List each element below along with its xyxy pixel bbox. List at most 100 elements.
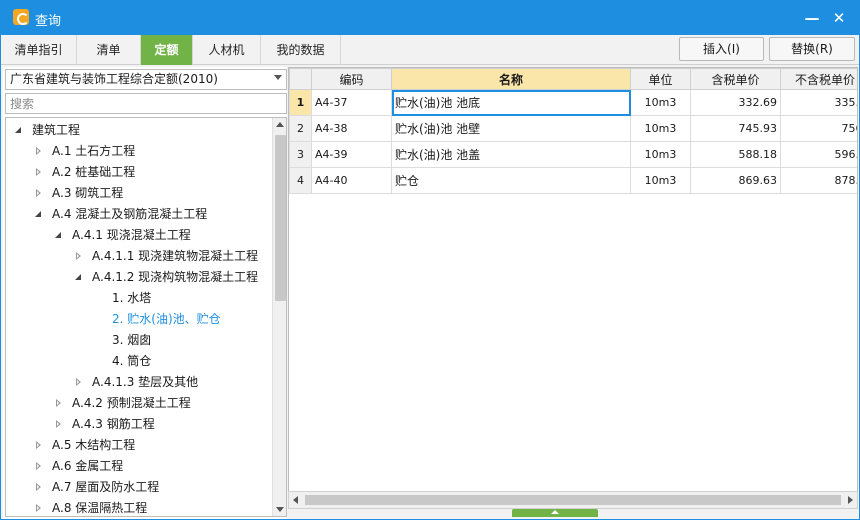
tree-node[interactable]: A.4.1.2 现浇构筑物混凝土工程	[74, 267, 258, 288]
cell-name[interactable]: 贮仓	[391, 167, 631, 194]
tree-node[interactable]: 3. 烟囱	[112, 330, 151, 351]
collapse-toggle-icon[interactable]	[74, 251, 84, 261]
scroll-right-arrow-icon[interactable]	[848, 496, 853, 504]
tree-node-label: A.7 屋面及防水工程	[52, 480, 160, 494]
column-header-unit[interactable]: 单位	[630, 68, 691, 90]
insert-button[interactable]: 插入(I)	[679, 37, 764, 61]
cell-unit[interactable]: 10m3	[630, 115, 691, 142]
library-select-value: 广东省建筑与装饰工程综合定额(2010)	[10, 72, 218, 86]
column-header-price-tax[interactable]: 含税单价	[690, 68, 781, 90]
table-row[interactable]: 4 A4-40 贮仓 10m3 869.63 878.0	[289, 167, 857, 194]
cell-price-notax[interactable]: 596.0	[780, 141, 857, 168]
scroll-thumb[interactable]	[275, 135, 286, 301]
close-icon[interactable]: ✕	[829, 8, 849, 28]
scroll-up-arrow-icon[interactable]	[276, 122, 284, 127]
cell-price-notax[interactable]: 335.0	[780, 89, 857, 116]
cell-price-tax[interactable]: 745.93	[690, 115, 781, 142]
cell-code[interactable]: A4-40	[311, 167, 392, 194]
cell-price-tax[interactable]: 869.63	[690, 167, 781, 194]
table-row[interactable]: 3 A4-39 贮水(油)池 池盖 10m3 588.18 596.0	[289, 141, 857, 168]
tree-node-label: A.8 保温隔热工程	[52, 501, 148, 515]
tree-node[interactable]: A.4.1.3 垫层及其他	[74, 372, 198, 393]
expand-toggle-icon[interactable]	[14, 125, 24, 135]
tree-node-label: 1. 水塔	[112, 291, 152, 305]
expand-toggle-icon[interactable]	[74, 272, 84, 282]
cell-name[interactable]: 贮水(油)池 池壁	[391, 115, 631, 142]
tree-node[interactable]: A.2 桩基础工程	[34, 162, 135, 183]
tree-node[interactable]: A.4.1.1 现浇建筑物混凝土工程	[74, 246, 258, 267]
table-row[interactable]: 2 A4-38 贮水(油)池 池壁 10m3 745.93 756.	[289, 115, 857, 142]
column-header-name[interactable]: 名称	[391, 68, 631, 90]
tree-node[interactable]: A.4.1 现浇混凝土工程	[54, 225, 191, 246]
row-number: 1	[289, 89, 312, 116]
cell-code[interactable]: A4-39	[311, 141, 392, 168]
quota-tree: 建筑工程 A.1 土石方工程 A.2 桩基础工程 A.3 砌筑工程 A.4 混凝…	[5, 117, 287, 517]
search-input[interactable]	[5, 93, 287, 114]
minimize-icon[interactable]: —	[802, 8, 822, 28]
library-select[interactable]: 广东省建筑与装饰工程综合定额(2010)	[5, 69, 287, 90]
scroll-thumb[interactable]	[305, 495, 841, 505]
tree-node[interactable]: A.5 木结构工程	[34, 435, 135, 456]
collapse-toggle-icon[interactable]	[54, 398, 64, 408]
tab-labor-material-machine[interactable]: 人材机	[193, 35, 261, 65]
column-header-price-notax[interactable]: 不含税单价	[780, 68, 857, 90]
scroll-down-arrow-icon[interactable]	[276, 507, 284, 512]
expand-toggle-icon[interactable]	[54, 230, 64, 240]
panel-splitter-handle[interactable]	[512, 509, 598, 517]
cell-price-notax[interactable]: 756.	[780, 115, 857, 142]
grid-horizontal-scrollbar[interactable]	[288, 491, 858, 509]
cell-code[interactable]: A4-38	[311, 115, 392, 142]
collapse-toggle-icon[interactable]	[34, 146, 44, 156]
window-title: 查询	[35, 14, 62, 29]
row-number: 4	[289, 167, 312, 194]
tree-node[interactable]: A.1 土石方工程	[34, 141, 135, 162]
collapse-toggle-icon[interactable]	[54, 419, 64, 429]
row-number: 3	[289, 141, 312, 168]
tree-node-label: 4. 筒仓	[112, 354, 152, 368]
app-logo-icon	[13, 9, 29, 25]
cell-name[interactable]: 贮水(油)池 池盖	[391, 141, 631, 168]
title-bar: 查询 — ✕	[1, 1, 859, 35]
tree-node[interactable]: 4. 筒仓	[112, 351, 151, 372]
tree-node[interactable]: 建筑工程	[14, 120, 80, 141]
cell-unit[interactable]: 10m3	[630, 89, 691, 116]
tree-node-label: 3. 烟囱	[112, 333, 152, 347]
tree-node[interactable]: 1. 水塔	[112, 288, 151, 309]
tab-bar: 清单指引 清单 定额 人材机 我的数据 插入(I) 替换(R)	[1, 35, 859, 65]
tab-quota[interactable]: 定额	[141, 35, 193, 65]
scroll-left-arrow-icon[interactable]	[293, 496, 298, 504]
tree-node[interactable]: A.3 砌筑工程	[34, 183, 123, 204]
cell-price-tax[interactable]: 332.69	[690, 89, 781, 116]
tree-node-label: A.4.2 预制混凝土工程	[72, 396, 191, 410]
collapse-toggle-icon[interactable]	[34, 482, 44, 492]
tab-bill-guide[interactable]: 清单指引	[1, 35, 77, 65]
column-header-code[interactable]: 编码	[311, 68, 392, 90]
tree-node-selected[interactable]: 2. 贮水(油)池、贮仓	[112, 309, 221, 330]
tree-node[interactable]: A.7 屋面及防水工程	[34, 477, 159, 498]
tab-bill[interactable]: 清单	[77, 35, 141, 65]
replace-button[interactable]: 替换(R)	[769, 37, 855, 61]
tab-my-data[interactable]: 我的数据	[261, 35, 341, 65]
expand-toggle-icon[interactable]	[34, 209, 44, 219]
chevron-down-icon[interactable]	[274, 75, 282, 80]
cell-price-tax[interactable]: 588.18	[690, 141, 781, 168]
tree-node[interactable]: A.4.3 钢筋工程	[54, 414, 155, 435]
cell-code[interactable]: A4-37	[311, 89, 392, 116]
tree-node[interactable]: A.4.2 预制混凝土工程	[54, 393, 191, 414]
tree-node-label: A.6 金属工程	[52, 459, 124, 473]
collapse-toggle-icon[interactable]	[34, 503, 44, 513]
cell-price-notax[interactable]: 878.0	[780, 167, 857, 194]
tree-node[interactable]: A.4 混凝土及钢筋混凝土工程	[34, 204, 207, 225]
tree-vertical-scrollbar[interactable]	[272, 118, 286, 516]
collapse-toggle-icon[interactable]	[34, 440, 44, 450]
tree-node[interactable]: A.6 金属工程	[34, 456, 123, 477]
collapse-toggle-icon[interactable]	[34, 461, 44, 471]
collapse-toggle-icon[interactable]	[74, 377, 84, 387]
cell-unit[interactable]: 10m3	[630, 167, 691, 194]
cell-unit[interactable]: 10m3	[630, 141, 691, 168]
table-row[interactable]: 1 A4-37 贮水(油)池 池底 10m3 332.69 335.0	[289, 89, 857, 116]
cell-name[interactable]: 贮水(油)池 池底	[391, 89, 631, 116]
collapse-toggle-icon[interactable]	[34, 167, 44, 177]
tree-node[interactable]: A.8 保温隔热工程	[34, 498, 148, 516]
collapse-toggle-icon[interactable]	[34, 188, 44, 198]
